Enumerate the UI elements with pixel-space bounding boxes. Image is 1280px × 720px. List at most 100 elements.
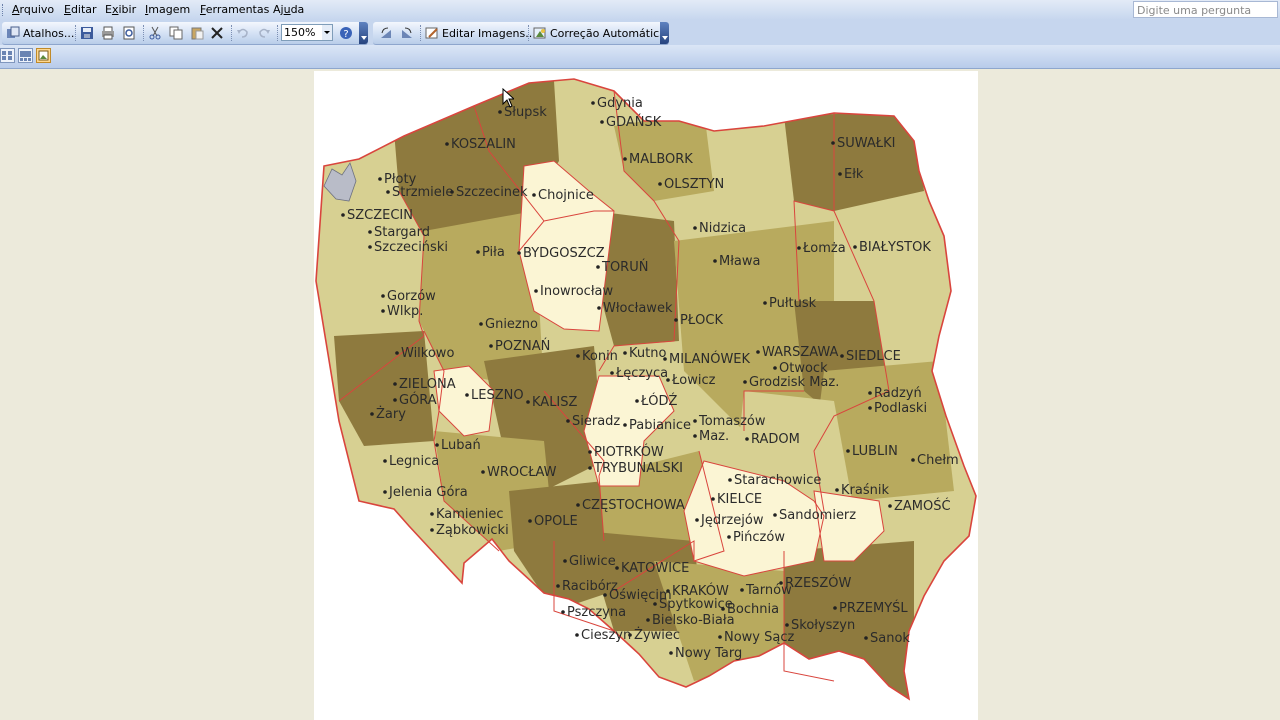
city-label: Żywiec xyxy=(634,627,680,643)
city-dot xyxy=(368,245,372,249)
city-label: KALISZ xyxy=(532,395,578,410)
city-label: SIEDLCE xyxy=(846,349,901,364)
menu-arquivo[interactable]: Arquivo xyxy=(12,3,54,16)
rotate-right-icon xyxy=(402,27,412,38)
city-dot xyxy=(693,434,697,438)
toolbar-separator xyxy=(75,25,77,41)
rotate-right-button[interactable] xyxy=(400,25,414,41)
edit-images-button[interactable]: Editar Imagens... xyxy=(425,25,536,41)
city-dot xyxy=(393,382,397,386)
city-dot xyxy=(666,378,670,382)
city-dot xyxy=(479,322,483,326)
city-dot xyxy=(756,350,760,354)
city-dot xyxy=(489,344,493,348)
toolbar-options-chevron[interactable] xyxy=(359,22,368,44)
city-dot xyxy=(430,528,434,532)
city-label: Pabianice xyxy=(629,418,691,433)
city-label: RADOM xyxy=(751,432,800,447)
menu-label-pre: E xyxy=(105,3,112,16)
edit-images-label: Editar Imagens... xyxy=(442,26,536,40)
city-dot xyxy=(623,157,627,161)
city-label: Starachowice xyxy=(734,473,821,488)
city-label: Piła xyxy=(482,245,505,260)
city-dot xyxy=(840,354,844,358)
mouse-cursor-icon xyxy=(502,88,514,108)
toolbar-separator xyxy=(528,25,530,41)
copy-button[interactable] xyxy=(169,25,183,41)
city-dot xyxy=(370,412,374,416)
redo-button[interactable] xyxy=(257,25,271,41)
single-image-view-button[interactable] xyxy=(36,48,51,63)
city-label: BYDGOSZCZ xyxy=(523,246,605,261)
city-dot xyxy=(838,172,842,176)
toolbar-separator xyxy=(231,25,233,41)
city-dot xyxy=(693,226,697,230)
city-label: Bochnia xyxy=(727,602,779,617)
poland-map: GdyniaGDAŃSKSłupskKOSZALINMALBORKSUWAŁKI… xyxy=(315,78,977,701)
city-label: Gorzów xyxy=(387,289,436,304)
thumbnail-view-button[interactable] xyxy=(0,48,15,63)
ask-question-input[interactable]: Digite uma pergunta xyxy=(1133,1,1278,18)
thumbnails-icon xyxy=(2,51,12,60)
autocorrect-icon xyxy=(533,27,546,39)
save-button[interactable] xyxy=(80,25,94,41)
city-label: Pińczów xyxy=(733,530,785,545)
rotate-left-button[interactable] xyxy=(379,25,393,41)
filmstrip-icon xyxy=(20,51,31,61)
city-dot xyxy=(663,357,667,361)
menu-label: rquivo xyxy=(19,3,55,16)
city-dot xyxy=(368,230,372,234)
city-label: Cieszyn xyxy=(581,628,631,643)
zoom-select[interactable]: 150% xyxy=(281,24,333,41)
toolbar-options-chevron[interactable] xyxy=(660,22,669,44)
city-label: Łomża xyxy=(802,241,846,256)
shortcuts-button[interactable]: Atalhos... xyxy=(6,25,74,41)
city-dot xyxy=(383,490,387,494)
picture-toolbar: Editar Imagens... Correção Automática xyxy=(373,22,669,45)
city-dot xyxy=(693,419,697,423)
city-dot xyxy=(773,366,777,370)
menu-imagem[interactable]: Imagem xyxy=(145,3,190,16)
city-dot xyxy=(588,450,592,454)
autocorrect-label: Correção Automática xyxy=(550,26,666,40)
city-label: GDAŃSK xyxy=(606,114,662,130)
city-dot xyxy=(653,602,657,606)
city-dot xyxy=(378,177,382,181)
menu-editar[interactable]: Editar xyxy=(64,3,97,16)
paste-button[interactable] xyxy=(190,25,204,41)
city-dot xyxy=(393,398,397,402)
cut-button[interactable] xyxy=(148,25,162,41)
undo-button[interactable] xyxy=(236,25,250,41)
city-dot xyxy=(381,309,385,313)
city-label: POZNAŃ xyxy=(495,338,550,354)
menu-ajuda[interactable]: Ajuda xyxy=(273,3,304,16)
city-dot xyxy=(628,633,632,637)
city-label: Jelenia Góra xyxy=(388,485,468,500)
menu-exibir[interactable]: Exibir xyxy=(105,3,136,16)
city-dot xyxy=(797,246,801,250)
city-label: Sanok xyxy=(870,631,910,646)
autocorrect-button[interactable]: Correção Automática xyxy=(533,25,666,41)
print-preview-button[interactable] xyxy=(122,25,136,41)
chevron-down-icon[interactable] xyxy=(322,25,332,40)
filmstrip-view-button[interactable] xyxy=(18,48,33,63)
cut-icon xyxy=(149,26,161,40)
menu-grip[interactable] xyxy=(2,4,5,16)
city-label: Szczeciński xyxy=(374,240,448,255)
city-label: Bielsko-Biała xyxy=(652,613,735,628)
help-button[interactable]: ? xyxy=(339,25,353,41)
delete-button[interactable] xyxy=(210,25,224,41)
city-dot xyxy=(556,584,560,588)
svg-text:?: ? xyxy=(343,29,348,40)
city-label: Skołyszyn xyxy=(791,618,855,633)
print-button[interactable] xyxy=(101,25,115,41)
menu-accelerator: u xyxy=(283,3,291,16)
city-dot xyxy=(745,437,749,441)
menu-ferramentas[interactable]: Ferramentas xyxy=(200,3,269,16)
city-dot xyxy=(465,393,469,397)
menu-label-pre: Aj xyxy=(273,3,284,16)
city-dot xyxy=(728,478,732,482)
city-label: PIOTRKÓW xyxy=(594,444,664,460)
delete-icon xyxy=(211,27,223,39)
city-dot xyxy=(864,636,868,640)
